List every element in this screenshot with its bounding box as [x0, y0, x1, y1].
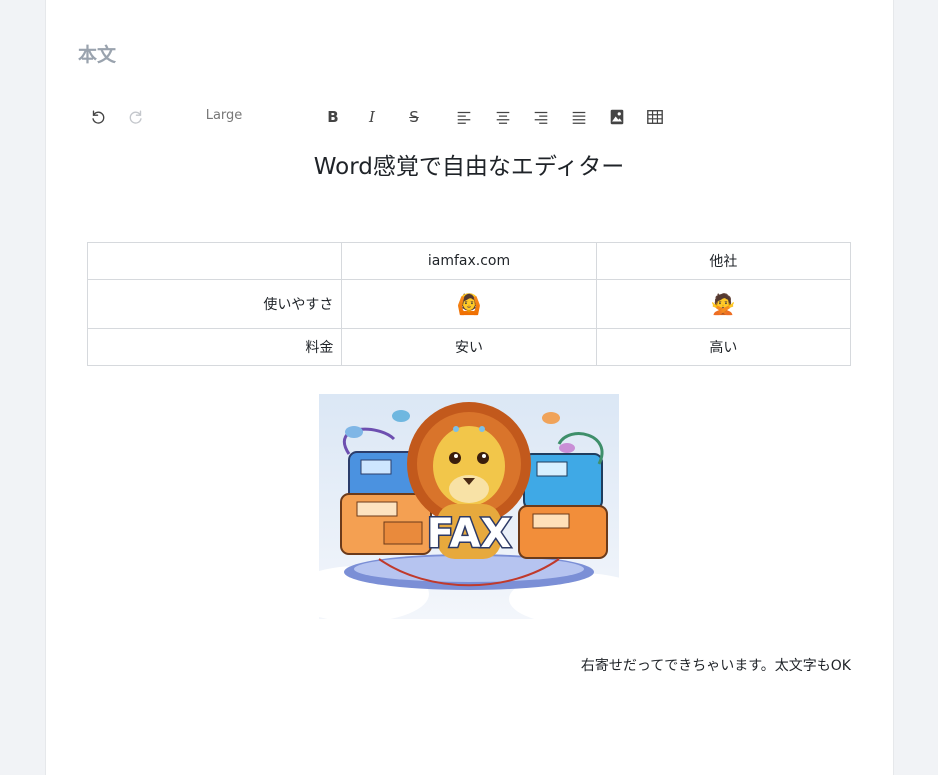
undo-button[interactable] — [85, 104, 111, 130]
table-cell[interactable]: 料金 — [86, 328, 343, 366]
table-row: 料金 安い 高い — [86, 328, 852, 366]
bold-button[interactable]: B — [320, 104, 346, 130]
redo-icon — [129, 110, 142, 124]
align-center-button[interactable] — [490, 104, 516, 130]
fax-text: FAX — [427, 511, 512, 557]
align-left-icon — [457, 111, 471, 124]
ok-gesture-emoji[interactable]: 🙆 — [341, 279, 597, 329]
italic-button[interactable]: I — [359, 104, 385, 130]
italic-icon: I — [369, 108, 375, 126]
table-cell[interactable]: 安い — [341, 328, 597, 366]
align-right-icon — [534, 111, 548, 124]
align-right-button[interactable] — [528, 104, 554, 130]
table-row: 使いやすさ 🙆 🙅 — [86, 279, 852, 329]
align-center-icon — [496, 111, 510, 124]
insert-table-button[interactable] — [642, 104, 668, 130]
table-header-row: iamfax.com 他社 — [86, 242, 852, 280]
align-left-button[interactable] — [451, 104, 477, 130]
undo-icon — [92, 110, 105, 124]
align-justify-button[interactable] — [566, 104, 592, 130]
section-title: 本文 — [78, 44, 117, 66]
bold-icon: B — [327, 108, 339, 126]
image-icon — [610, 109, 624, 125]
lion-fax-illustration[interactable]: FAX — [319, 394, 619, 619]
table-icon — [647, 110, 663, 124]
strikethrough-button[interactable]: S — [401, 104, 427, 130]
table-cell[interactable] — [86, 242, 343, 280]
strikethrough-icon: S — [409, 108, 419, 126]
editor-toolbar: Large B I S — [0, 100, 938, 134]
document-heading[interactable]: Word感覚で自由なエディター — [88, 147, 850, 181]
align-justify-icon — [572, 111, 586, 124]
comparison-table[interactable]: iamfax.com 他社 使いやすさ 🙆 🙅 料金 安い 高い — [86, 242, 852, 366]
insert-image-button[interactable] — [604, 104, 630, 130]
table-cell[interactable]: 高い — [595, 328, 852, 366]
font-size-select[interactable]: Large — [196, 108, 252, 123]
lion-fax-image: FAX — [319, 394, 619, 619]
no-gesture-emoji[interactable]: 🙅 — [595, 279, 852, 329]
redo-button[interactable] — [123, 104, 149, 130]
table-cell[interactable]: iamfax.com — [341, 242, 597, 280]
table-cell[interactable]: 使いやすさ — [86, 279, 343, 329]
right-aligned-paragraph[interactable]: 右寄せだってできちゃいます。太文字もOK — [581, 655, 851, 675]
table-cell[interactable]: 他社 — [595, 242, 852, 280]
